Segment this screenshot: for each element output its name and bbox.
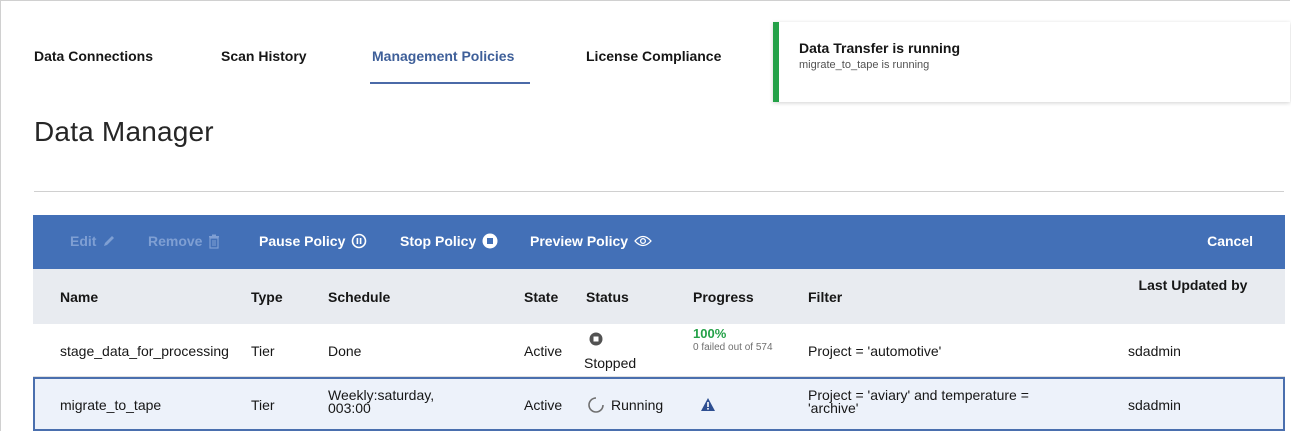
trash-icon bbox=[208, 234, 220, 249]
notification-toast: Data Transfer is running migrate_to_tape… bbox=[773, 22, 1290, 102]
column-header-last-updated-by[interactable]: Last Updated by bbox=[1133, 278, 1253, 293]
pause-policy-label: Pause Policy bbox=[259, 233, 346, 249]
column-header-progress[interactable]: Progress bbox=[693, 289, 754, 305]
tab-scan-history[interactable]: Scan History bbox=[221, 48, 307, 64]
column-header-name[interactable]: Name bbox=[60, 289, 98, 305]
page-title: Data Manager bbox=[34, 116, 214, 147]
pause-icon bbox=[351, 233, 367, 249]
edit-button[interactable]: Edit bbox=[70, 233, 116, 249]
row-last-updated-by: sdadmin bbox=[1128, 397, 1181, 413]
row-name: stage_data_for_processing bbox=[60, 343, 229, 359]
preview-policy-button[interactable]: Preview Policy bbox=[530, 233, 652, 249]
row-filter: Project = 'automotive' bbox=[808, 343, 942, 359]
preview-policy-label: Preview Policy bbox=[530, 233, 629, 249]
eye-icon bbox=[634, 235, 652, 247]
remove-label: Remove bbox=[148, 233, 203, 249]
notification-subtitle: migrate_to_tape is running bbox=[799, 59, 930, 71]
pause-policy-button[interactable]: Pause Policy bbox=[259, 233, 367, 249]
row-status: Running bbox=[611, 397, 664, 413]
row-progress-detail: 0 failed out of 574 bbox=[693, 342, 773, 353]
stop-policy-label: Stop Policy bbox=[400, 233, 477, 249]
tab-management-policies[interactable]: Management Policies bbox=[372, 48, 514, 64]
table-row-selected[interactable]: migrate_to_tape Tier Weekly:saturday, 00… bbox=[33, 377, 1285, 431]
row-name: migrate_to_tape bbox=[60, 397, 162, 413]
row-type: Tier bbox=[251, 343, 275, 359]
column-header-status[interactable]: Status bbox=[586, 289, 629, 305]
pencil-icon bbox=[102, 234, 116, 248]
row-state: Active bbox=[524, 343, 563, 359]
table-header: Name Type Schedule State Status Progress… bbox=[33, 269, 1285, 324]
stopped-icon bbox=[589, 332, 603, 351]
table-row[interactable]: stage_data_for_processing Tier Done Acti… bbox=[33, 324, 1285, 377]
tab-data-connections[interactable]: Data Connections bbox=[34, 48, 153, 64]
spinner-icon bbox=[587, 396, 605, 419]
edit-label: Edit bbox=[70, 233, 97, 249]
column-header-state[interactable]: State bbox=[524, 289, 558, 305]
notification-title: Data Transfer is running bbox=[799, 40, 961, 56]
row-last-updated-by: sdadmin bbox=[1128, 343, 1181, 359]
action-toolbar: Edit Remove Pause Policy Stop Policy Pre… bbox=[33, 215, 1285, 269]
stop-icon bbox=[482, 233, 498, 249]
active-tab-indicator bbox=[370, 82, 530, 84]
row-status: Stopped bbox=[584, 355, 637, 371]
stop-policy-button[interactable]: Stop Policy bbox=[400, 233, 498, 249]
row-type: Tier bbox=[251, 397, 275, 413]
column-header-type[interactable]: Type bbox=[251, 289, 283, 305]
row-state: Active bbox=[524, 397, 563, 413]
divider bbox=[34, 191, 1284, 192]
row-schedule: Done bbox=[328, 343, 362, 359]
column-header-schedule[interactable]: Schedule bbox=[328, 289, 390, 305]
remove-button[interactable]: Remove bbox=[148, 233, 220, 249]
row-progress-percent: 100% bbox=[693, 326, 727, 341]
column-header-filter[interactable]: Filter bbox=[808, 289, 842, 305]
row-schedule: Weekly:saturday, 003:00 bbox=[328, 387, 435, 416]
warning-icon[interactable] bbox=[700, 397, 716, 417]
row-filter: Project = 'aviary' and temperature = 'ar… bbox=[808, 387, 1029, 416]
tab-license-compliance[interactable]: License Compliance bbox=[586, 48, 721, 64]
cancel-button[interactable]: Cancel bbox=[1207, 233, 1253, 249]
